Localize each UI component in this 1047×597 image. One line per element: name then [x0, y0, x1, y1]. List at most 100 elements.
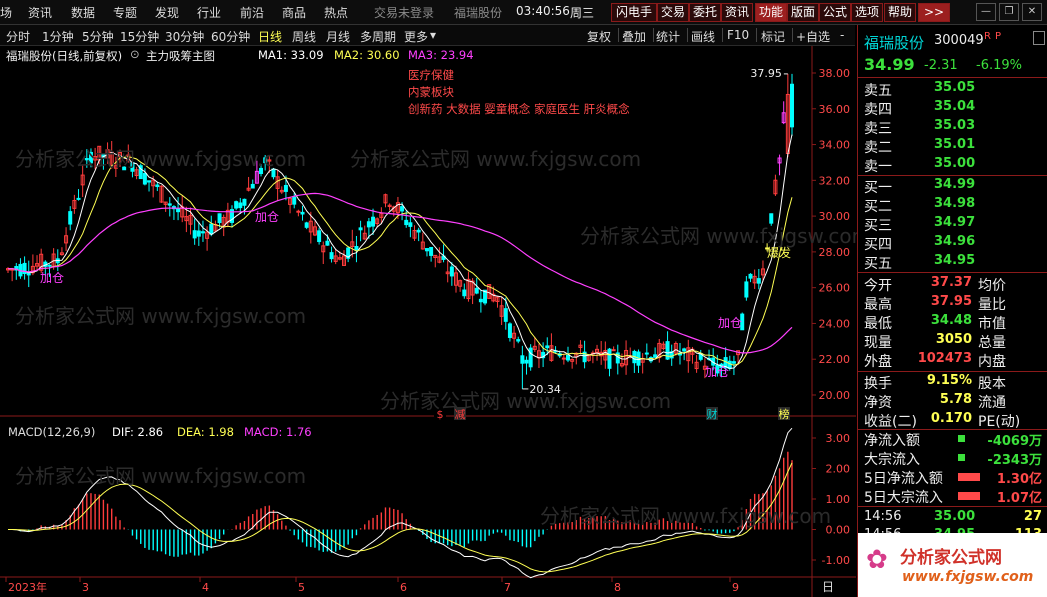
candle-body: [611, 349, 616, 352]
date-axis-label: 3: [82, 581, 89, 594]
panel-toggle-icon[interactable]: [1033, 31, 1045, 45]
macd-axis-label: -1.00: [822, 554, 850, 567]
divider: [858, 371, 1047, 372]
entrust-button[interactable]: 委托: [689, 3, 721, 22]
stock-code: 300049: [934, 33, 984, 48]
candle-body: [653, 354, 658, 358]
period-more-arrow-icon[interactable]: ▾: [430, 28, 436, 42]
options-button[interactable]: 选项: [851, 3, 883, 22]
logo-url: www.fxjgsw.com: [902, 569, 1034, 585]
layout-button[interactable]: 版面: [787, 3, 819, 22]
minimize-icon[interactable]: —: [976, 3, 996, 21]
period-more[interactable]: 更多: [404, 28, 428, 45]
menu-item-frontier[interactable]: 前沿: [240, 4, 264, 21]
date-axis-label: 8: [614, 581, 621, 594]
f10-button[interactable]: F10: [727, 28, 749, 42]
date-unit-label: 日: [822, 580, 834, 594]
period-30min[interactable]: 30分钟: [165, 28, 204, 45]
ma3-line: [7, 192, 793, 354]
macd-axis-label: 1.00: [826, 493, 851, 506]
period-daily[interactable]: 日线: [258, 28, 282, 45]
menu-item-market[interactable]: 场: [0, 4, 12, 21]
formula-name[interactable]: 主力吸筹主图: [146, 48, 215, 64]
candle-body: [366, 221, 371, 228]
ma1-label: MA1: 33.09: [258, 48, 324, 62]
function-button[interactable]: 功能: [755, 3, 787, 22]
menu-item-commodity[interactable]: 商品: [282, 4, 306, 21]
restore-icon[interactable]: ❐: [999, 3, 1019, 21]
bid-price: 34.98: [934, 196, 976, 211]
candle-body: [474, 287, 479, 294]
bid-price: 34.99: [934, 177, 976, 192]
candle-body: [242, 198, 247, 206]
statistics-button[interactable]: 统计: [656, 28, 680, 45]
menu-item-topic[interactable]: 专题: [113, 4, 137, 21]
formula-button[interactable]: 公式: [819, 3, 851, 22]
tick-volume: 27: [1023, 509, 1042, 524]
menu-item-hot[interactable]: 热点: [324, 4, 348, 21]
window-controls: — ❐ ✕: [973, 3, 1043, 21]
period-60min[interactable]: 60分钟: [211, 28, 250, 45]
candle-body: [325, 240, 330, 246]
adjust-button[interactable]: 复权: [587, 28, 611, 45]
flow-label: 净流入额: [864, 433, 920, 449]
ma2-label: MA2: 30.60: [334, 48, 400, 62]
date-axis-label: 6: [400, 581, 407, 594]
stat-label-2: 流通: [978, 395, 1006, 411]
stat-label: 最低: [864, 316, 892, 332]
candle-body: [209, 223, 214, 235]
date-axis-label: 2023年: [8, 580, 47, 594]
candle-body: [507, 323, 512, 338]
flower-logo-icon: ✿: [866, 545, 888, 575]
price-axis-label: 26.00: [819, 282, 851, 295]
mark-button[interactable]: 标记: [761, 28, 785, 45]
flow-bar: [958, 473, 980, 481]
more-menu-button[interactable]: >>: [918, 3, 950, 22]
period-1min[interactable]: 1分钟: [42, 28, 74, 45]
period-toolbar: 分时 1分钟 5分钟 15分钟 30分钟 60分钟 日线 周线 月线 多周期 更…: [0, 25, 855, 46]
menu-item-discover[interactable]: 发现: [155, 4, 179, 21]
weekday: 周三: [570, 6, 595, 20]
candle-body: [790, 83, 794, 128]
remove-button[interactable]: -: [840, 28, 844, 42]
period-15min[interactable]: 15分钟: [120, 28, 159, 45]
candle-body: [358, 227, 363, 231]
period-tick[interactable]: 分时: [6, 28, 30, 45]
concept-line-3: 创新药 大数据 婴童概念 家庭医生 肝炎概念: [408, 102, 630, 116]
formula-dropdown-icon[interactable]: ⊙: [130, 47, 140, 61]
close-icon[interactable]: ✕: [1022, 3, 1042, 21]
period-weekly[interactable]: 周线: [292, 28, 316, 45]
news-button[interactable]: 资讯: [721, 3, 753, 22]
price-axis-label: 24.00: [819, 317, 851, 330]
menu-item-data[interactable]: 数据: [71, 4, 95, 21]
period-5min[interactable]: 5分钟: [82, 28, 114, 45]
draw-line-button[interactable]: 画线: [691, 28, 715, 45]
candle-body: [731, 361, 736, 364]
kline-chart-svg: 38.0036.0034.0032.0030.0028.0026.0024.00…: [0, 46, 856, 597]
period-monthly[interactable]: 月线: [326, 28, 350, 45]
period-multi[interactable]: 多周期: [360, 28, 396, 45]
flow-value: -4069万: [987, 434, 1042, 449]
chart-area[interactable]: 38.00 36.00 34.00 32.00 30.00 28.00 26.00 24.00…: [0, 46, 856, 597]
date-axis-label: 7: [504, 581, 511, 594]
stat-label: 收益(二): [864, 414, 917, 430]
macd-axis-label: 3.00: [826, 432, 851, 445]
add-watchlist-button[interactable]: +自选: [796, 28, 830, 45]
ask-label: 卖五: [864, 83, 892, 99]
trade-button[interactable]: 交易: [657, 3, 689, 22]
stat-label-2: 内盘: [978, 354, 1006, 370]
candle-body: [354, 246, 359, 251]
candle-body: [424, 248, 429, 252]
menu-item-news[interactable]: 资讯: [28, 4, 52, 21]
stat-value: 9.15%: [926, 373, 972, 388]
divider: [858, 506, 1047, 507]
price-axis-label: 28.00: [819, 246, 851, 259]
tick-time: 14:56: [864, 509, 902, 524]
trade-status: 交易未登录: [374, 6, 435, 20]
candle-body: [449, 266, 454, 277]
overlay-button[interactable]: 叠加: [622, 28, 646, 45]
flash-trade-button[interactable]: 闪电手: [611, 3, 657, 22]
help-button[interactable]: 帮助: [884, 3, 916, 22]
menu-item-industry[interactable]: 行业: [197, 4, 221, 21]
separator: [792, 28, 793, 42]
